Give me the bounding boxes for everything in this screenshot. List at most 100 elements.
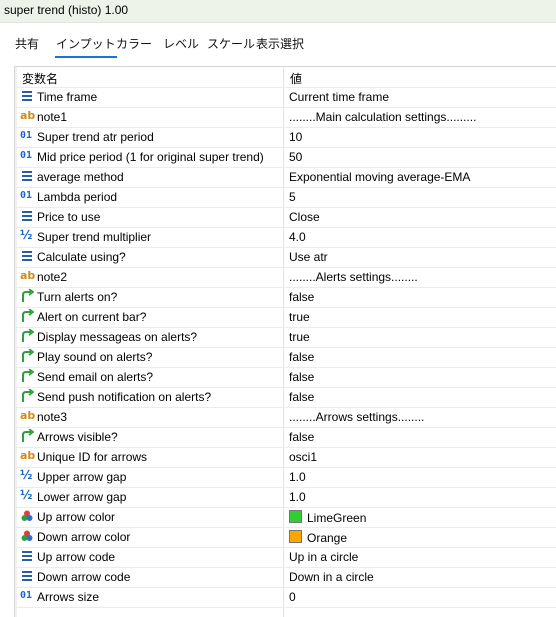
param-row[interactable]: Display messageas on alerts? true xyxy=(15,327,556,348)
param-value-text: Use atr xyxy=(289,250,328,264)
list-icon xyxy=(22,211,32,221)
header-variable-name: 変数名 xyxy=(22,72,59,86)
param-row[interactable]: Turn alerts on? false xyxy=(15,287,556,308)
tab-scale[interactable]: スケール xyxy=(207,35,255,52)
param-row[interactable]: 01 Mid price period (1 for original super… xyxy=(15,147,556,168)
param-value-text: 1.0 xyxy=(289,490,306,504)
tab-common[interactable]: 共有 xyxy=(15,35,39,52)
param-value-text: Down in a circle xyxy=(289,570,374,584)
integer-01-icon: 01 xyxy=(20,190,33,201)
param-row[interactable]: 01 Super trend atr period 10 xyxy=(15,127,556,148)
param-row[interactable]: ½ Upper arrow gap 1.0 xyxy=(15,467,556,488)
param-value[interactable]: 4.0 xyxy=(289,230,306,244)
param-value[interactable]: true xyxy=(289,310,310,324)
integer-01-icon: 01 xyxy=(20,130,33,141)
param-row[interactable]: ab note3 ........Arrows settings........ xyxy=(15,407,556,428)
color-swatch[interactable] xyxy=(289,510,302,523)
param-name: Unique ID for arrows xyxy=(37,450,148,464)
param-row[interactable]: Arrows visible? false xyxy=(15,427,556,448)
param-name: Down arrow color xyxy=(37,530,131,544)
param-name: note2 xyxy=(37,270,68,284)
param-row[interactable]: ½ Lower arrow gap 1.0 xyxy=(15,487,556,508)
double-half-icon: ½ xyxy=(20,228,33,242)
tab-visualization[interactable]: 表示選択 xyxy=(256,35,304,52)
param-value[interactable]: Down in a circle xyxy=(289,570,374,584)
param-value[interactable]: LimeGreen xyxy=(289,510,366,525)
param-value-text: ........Main calculation settings.......… xyxy=(289,110,477,124)
param-value-text: false xyxy=(289,350,315,364)
header-value: 値 xyxy=(290,72,303,86)
param-value[interactable]: ........Alerts settings........ xyxy=(289,270,418,284)
param-value[interactable]: 1.0 xyxy=(289,490,306,504)
integer-01-icon: 01 xyxy=(20,590,33,601)
param-row[interactable]: ½ Super trend multiplier 4.0 xyxy=(15,227,556,248)
param-name: Lambda period xyxy=(37,190,118,204)
param-row[interactable]: Send email on alerts? false xyxy=(15,367,556,388)
param-value[interactable]: Use atr xyxy=(289,250,328,264)
window-title: super trend (histo) 1.00 xyxy=(4,3,129,17)
param-row[interactable]: Time frame Current time frame xyxy=(15,87,556,108)
text-ab-icon: ab xyxy=(20,109,36,122)
param-row[interactable]: Price to use Close xyxy=(15,207,556,228)
param-row[interactable]: 01 Lambda period 5 xyxy=(15,187,556,208)
param-value-text: 1.0 xyxy=(289,470,306,484)
param-value[interactable]: 1.0 xyxy=(289,470,306,484)
param-name: Alert on current bar? xyxy=(37,310,147,324)
param-value[interactable]: false xyxy=(289,390,314,404)
param-row[interactable]: Up arrow color LimeGreen xyxy=(15,507,556,528)
param-name: Up arrow code xyxy=(37,550,116,564)
param-row[interactable]: Play sound on alerts? false xyxy=(15,347,556,368)
param-value[interactable]: Orange xyxy=(289,530,347,545)
param-value[interactable]: true xyxy=(289,330,310,344)
param-value-text: false xyxy=(289,290,315,304)
param-row[interactable]: Up arrow code Up in a circle xyxy=(15,547,556,568)
param-name: Super trend atr period xyxy=(37,130,154,144)
param-row[interactable]: Calculate using? Use atr xyxy=(15,247,556,268)
param-value-text: 0 xyxy=(289,590,296,604)
bool-arrow-icon xyxy=(22,369,34,382)
param-name: Arrows visible? xyxy=(37,430,118,444)
param-row[interactable]: 01 Arrows size 0 xyxy=(15,587,556,608)
integer-01-icon: 01 xyxy=(20,150,33,161)
param-value[interactable]: 5 xyxy=(289,190,296,204)
param-row[interactable]: ab Unique ID for arrows osci1 xyxy=(15,447,556,468)
param-value[interactable]: false xyxy=(289,290,314,304)
param-name: Down arrow code xyxy=(37,570,131,584)
param-row[interactable]: Down arrow color Orange xyxy=(15,527,556,548)
param-value[interactable]: false xyxy=(289,430,314,444)
tab-colors[interactable]: カラー xyxy=(116,35,152,52)
text-ab-icon: ab xyxy=(20,269,36,282)
param-value-text: ........Arrows settings........ xyxy=(289,410,425,424)
param-value-text: false xyxy=(289,370,315,384)
list-icon xyxy=(22,171,32,181)
param-row[interactable]: Alert on current bar? true xyxy=(15,307,556,328)
param-row[interactable]: Down arrow code Down in a circle xyxy=(15,567,556,588)
param-value[interactable]: osci1 xyxy=(289,450,317,464)
param-value[interactable]: 50 xyxy=(289,150,302,164)
param-row[interactable]: ab note1 ........Main calculation settings… xyxy=(15,107,556,128)
param-name: Upper arrow gap xyxy=(37,470,127,484)
param-name: Send email on alerts? xyxy=(37,370,154,384)
param-value[interactable]: ........Arrows settings........ xyxy=(289,410,424,424)
param-value[interactable]: false xyxy=(289,350,314,364)
param-value-text: 4.0 xyxy=(289,230,306,244)
tab-inputs[interactable]: インプット xyxy=(55,35,117,58)
color-swatch[interactable] xyxy=(289,530,302,543)
param-row[interactable]: ab note2 ........Alerts settings........ xyxy=(15,267,556,288)
param-value[interactable]: ........Main calculation settings.......… xyxy=(289,110,476,124)
param-value[interactable]: false xyxy=(289,370,314,384)
bool-arrow-icon xyxy=(22,289,34,302)
list-icon xyxy=(22,551,32,561)
param-value[interactable]: Current time frame xyxy=(289,90,389,104)
param-value-text: 5 xyxy=(289,190,296,204)
param-value[interactable]: 10 xyxy=(289,130,302,144)
param-value-text: Exponential moving average-EMA xyxy=(289,170,471,184)
param-row[interactable]: average method Exponential moving average… xyxy=(15,167,556,188)
param-row[interactable]: Send push notification on alerts? false xyxy=(15,387,556,408)
param-value[interactable]: Close xyxy=(289,210,320,224)
param-value[interactable]: 0 xyxy=(289,590,296,604)
bool-arrow-icon xyxy=(22,429,34,442)
tab-levels[interactable]: レベル xyxy=(163,35,199,52)
param-value[interactable]: Exponential moving average-EMA xyxy=(289,170,470,184)
param-value[interactable]: Up in a circle xyxy=(289,550,358,564)
